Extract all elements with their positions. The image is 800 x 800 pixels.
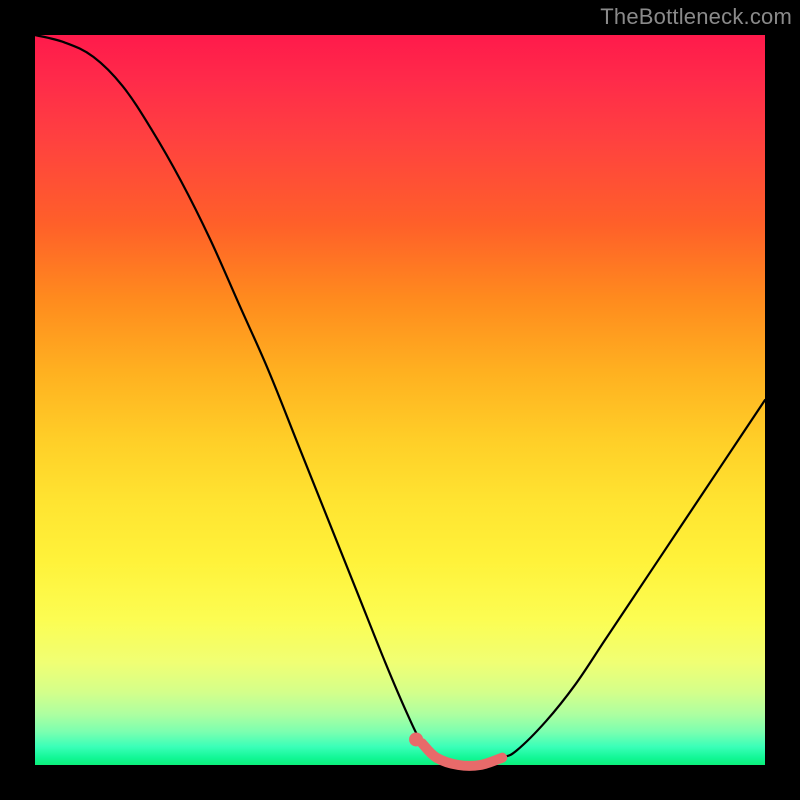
plot-area xyxy=(35,35,765,765)
watermark-text: TheBottleneck.com xyxy=(600,4,792,30)
curve-svg xyxy=(35,35,765,765)
accent-dot xyxy=(409,732,423,746)
chart-container: TheBottleneck.com xyxy=(0,0,800,800)
accent-segment-path xyxy=(422,743,502,766)
bottleneck-curve-path xyxy=(35,35,765,766)
